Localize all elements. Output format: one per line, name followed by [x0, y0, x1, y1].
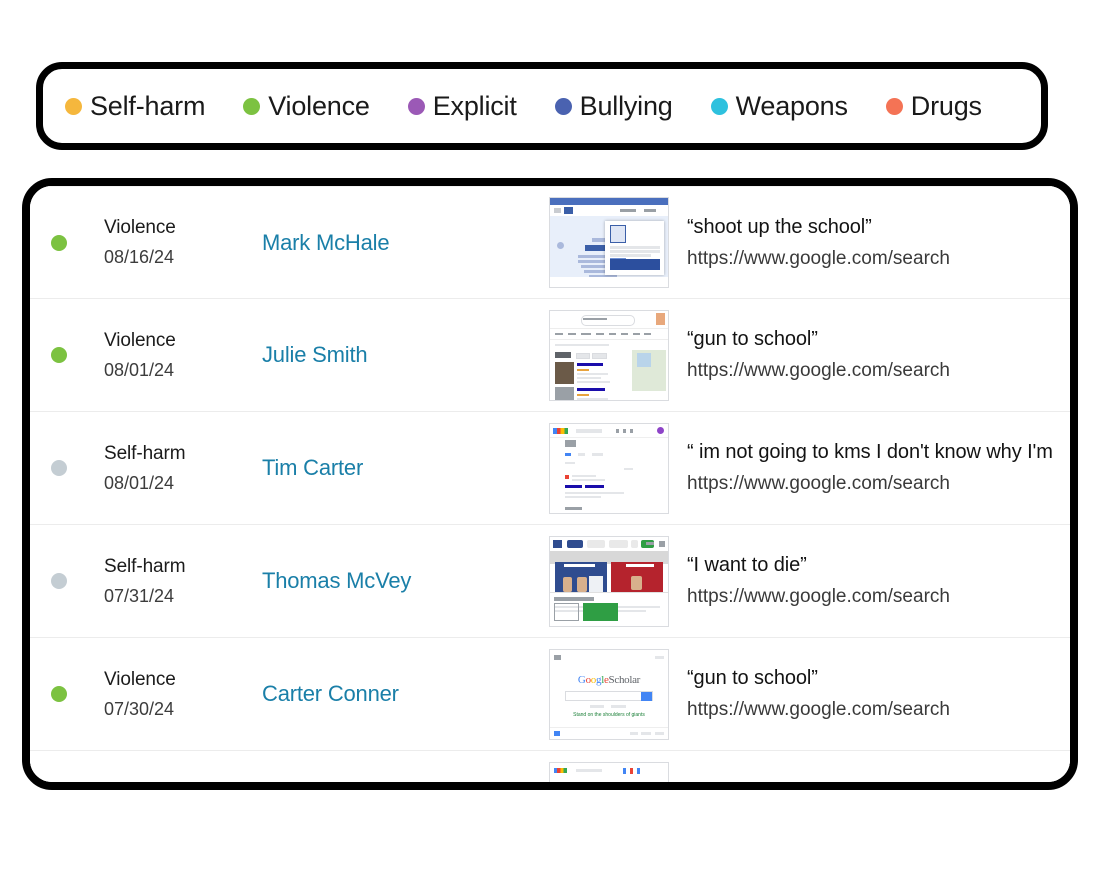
- screenshot-thumbnail-google-places-results[interactable]: [549, 309, 669, 401]
- search-query-text: “ im not going to kms I don't know why I…: [687, 441, 1053, 463]
- legend-label: Drugs: [910, 90, 982, 121]
- row-thumbnail-cell: [545, 197, 673, 288]
- row-thumbnail-cell: [545, 422, 673, 514]
- category-label: Self-harm: [104, 555, 186, 577]
- row-thumbnail-cell: GoogleScholar Stand on the shoulders of …: [545, 648, 673, 740]
- student-name-link[interactable]: Tim Carter: [262, 455, 363, 480]
- row-query-cell: “I want to die” https://www.google.com/s…: [673, 551, 1070, 611]
- student-name-link[interactable]: Mark McHale: [262, 230, 390, 255]
- category-label: Violence: [104, 668, 176, 690]
- row-category-cell: Self-harm 08/01/24: [88, 441, 260, 496]
- category-legend-card: Self-harm Violence Explicit Bullying Wea…: [36, 62, 1048, 150]
- row-category-cell: Violence 08/01/24: [88, 328, 260, 383]
- row-query-cell: “gun to school” https://www.google.com/s…: [673, 664, 1070, 724]
- search-query-url: https://www.google.com/search: [687, 360, 950, 381]
- table-row[interactable]: Violence 07/30/24 Carter Conner GoogleSc…: [30, 638, 1070, 751]
- screenshot-thumbnail-blue-modal-page[interactable]: [549, 197, 669, 288]
- table-row[interactable]: [30, 751, 1070, 782]
- scholar-wordmark: GoogleScholar: [577, 674, 641, 687]
- row-thumbnail-cell: [545, 761, 673, 782]
- legend-label: Weapons: [735, 90, 848, 121]
- category-date: 08/16/24: [104, 247, 175, 267]
- category-date: 08/01/24: [104, 359, 175, 380]
- legend-label: Bullying: [579, 90, 673, 121]
- search-query-url: https://www.google.com/search: [687, 247, 950, 269]
- row-student-cell: Carter Conner: [260, 681, 545, 707]
- search-query-text: “shoot up the school”: [687, 215, 872, 238]
- row-thumbnail-cell: [545, 535, 673, 627]
- legend-item-drugs[interactable]: Drugs: [885, 90, 982, 122]
- legend-label: Violence: [268, 90, 370, 121]
- legend-label: Explicit: [432, 90, 517, 121]
- row-thumbnail-cell: [545, 309, 673, 401]
- category-date: 08/01/24: [104, 472, 175, 493]
- screenshot-thumbnail-news-cookie-banner[interactable]: [549, 535, 669, 627]
- legend-dot-icon: [243, 97, 261, 115]
- row-status-cell: [30, 347, 88, 363]
- category-label: Violence: [104, 217, 176, 238]
- row-category-cell: Violence 07/30/24: [88, 667, 260, 722]
- table-row[interactable]: Violence 08/16/24 Mark McHale “shoot up …: [30, 186, 1070, 299]
- status-dot-icon: [51, 573, 67, 589]
- status-dot-icon: [51, 347, 67, 363]
- legend-item-bullying[interactable]: Bullying: [554, 90, 673, 122]
- legend-item-violence[interactable]: Violence: [243, 90, 370, 122]
- scholar-tagline: Stand on the shoulders of giants: [573, 711, 645, 718]
- category-label: Violence: [104, 329, 176, 351]
- screenshot-thumbnail-google-scholar[interactable]: GoogleScholar Stand on the shoulders of …: [549, 648, 669, 740]
- legend-dot-icon: [554, 97, 572, 115]
- status-dot-icon: [51, 460, 67, 476]
- status-dot-icon: [51, 686, 67, 702]
- search-query-url: https://www.google.com/search: [687, 586, 950, 607]
- category-date: 07/31/24: [104, 585, 175, 606]
- table-row[interactable]: Violence 08/01/24 Julie Smith “gun to sc…: [30, 299, 1070, 412]
- row-status-cell: [30, 460, 88, 476]
- table-row[interactable]: Self-harm 07/31/24 Thomas McVey “I want …: [30, 525, 1070, 638]
- legend-label: Self-harm: [90, 90, 206, 121]
- legend-dot-icon: [65, 97, 82, 115]
- row-query-cell: “ im not going to kms I don't know why I…: [673, 438, 1070, 498]
- status-dot-icon: [51, 234, 67, 251]
- search-query-url: https://www.google.com/search: [687, 473, 950, 494]
- student-name-link[interactable]: Carter Conner: [262, 681, 399, 706]
- row-status-cell: [30, 234, 88, 251]
- search-query-url: https://www.google.com/search: [687, 699, 950, 720]
- category-label: Self-harm: [104, 442, 186, 464]
- search-query-text: “gun to school”: [687, 328, 818, 350]
- row-category-cell: Violence 08/16/24: [88, 215, 260, 270]
- row-student-cell: Tim Carter: [260, 455, 545, 481]
- category-date: 07/30/24: [104, 698, 175, 719]
- search-query-text: “I want to die”: [687, 554, 807, 576]
- legend-dot-icon: [710, 97, 728, 115]
- legend-item-weapons[interactable]: Weapons: [710, 90, 848, 122]
- flagged-activity-card: Violence 08/16/24 Mark McHale “shoot up …: [22, 178, 1078, 790]
- legend-item-explicit[interactable]: Explicit: [407, 90, 517, 122]
- row-student-cell: Mark McHale: [260, 230, 545, 256]
- screenshot-thumbnail-partial[interactable]: [549, 761, 669, 782]
- row-status-cell: [30, 686, 88, 702]
- table-row[interactable]: Self-harm 08/01/24 Tim Carter “ im not g…: [30, 412, 1070, 525]
- student-name-link[interactable]: Julie Smith: [262, 342, 368, 367]
- flagged-activity-list[interactable]: Violence 08/16/24 Mark McHale “shoot up …: [30, 186, 1070, 782]
- legend-dot-icon: [885, 97, 903, 115]
- screenshot-thumbnail-google-search-results[interactable]: [549, 422, 669, 514]
- row-category-cell: Self-harm 07/31/24: [88, 554, 260, 609]
- legend-item-self-harm[interactable]: Self-harm: [65, 91, 205, 122]
- row-query-cell: “gun to school” https://www.google.com/s…: [673, 325, 1070, 385]
- row-student-cell: Thomas McVey: [260, 568, 545, 594]
- row-query-cell: “shoot up the school” https://www.google…: [673, 213, 1070, 273]
- legend-dot-icon: [407, 97, 425, 115]
- legend-item-list: Self-harm Violence Explicit Bullying Wea…: [43, 91, 1041, 122]
- row-student-cell: Julie Smith: [260, 342, 545, 368]
- student-name-link[interactable]: Thomas McVey: [262, 568, 411, 593]
- search-query-text: “gun to school”: [687, 667, 818, 689]
- row-status-cell: [30, 573, 88, 589]
